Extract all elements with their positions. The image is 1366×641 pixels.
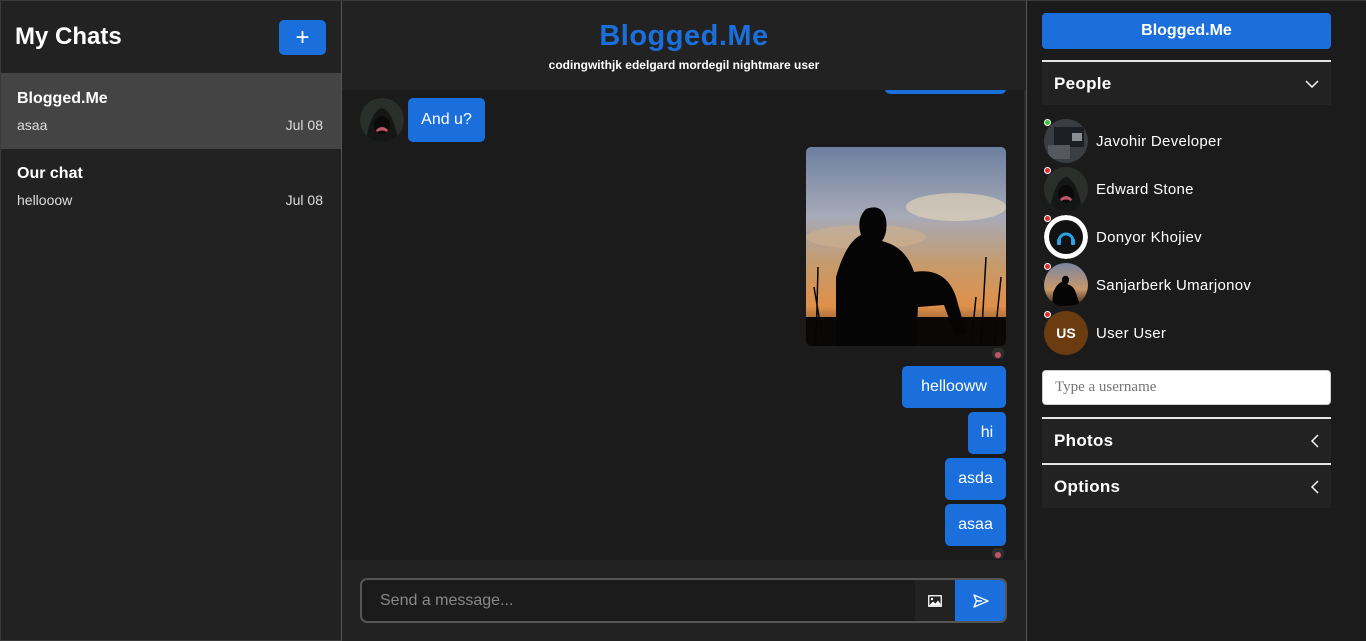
chat-list-item[interactable]: Blogged.Me asaa Jul 08 — [1, 74, 341, 149]
offline-status-dot — [1044, 311, 1051, 318]
hooded-avatar-icon — [1044, 167, 1088, 211]
chevron-left-icon — [1311, 433, 1319, 448]
message-list[interactable]: And u? hellooww hi asda asaa — [342, 90, 1026, 560]
person-item[interactable]: Donyor Khojiev — [1044, 215, 1202, 259]
chat-date: Jul 08 — [285, 192, 323, 208]
avatar-initials-text: US — [1056, 325, 1076, 341]
person-item[interactable]: US User User — [1044, 311, 1166, 355]
brand-button[interactable]: Blogged.Me — [1042, 13, 1331, 49]
message-composer — [360, 578, 1007, 623]
offline-status-dot — [1044, 215, 1051, 222]
message-bubble-partial — [885, 90, 1006, 94]
avatar — [1044, 215, 1088, 259]
person-name: Edward Stone — [1096, 180, 1194, 198]
chats-sidebar: My Chats + Blogged.Me asaa Jul 08 Our ch… — [0, 0, 342, 641]
message-bubble: asaa — [945, 504, 1006, 546]
send-button[interactable] — [955, 580, 1005, 621]
image-message[interactable] — [806, 147, 1006, 346]
avatar-initials: US — [1044, 311, 1088, 355]
person-name: Javohir Developer — [1096, 132, 1222, 150]
read-receipt-avatar — [992, 547, 1004, 559]
chat-date: Jul 08 — [285, 117, 323, 133]
photos-label: Photos — [1054, 430, 1114, 450]
avatar — [1044, 263, 1088, 307]
hooded-avatar-icon — [360, 98, 404, 142]
chat-last-message: asaa — [17, 117, 48, 133]
sidebar-title: My Chats — [15, 23, 122, 50]
offline-status-dot — [1044, 263, 1051, 270]
username-search-input[interactable] — [1042, 370, 1331, 405]
person-item[interactable]: Edward Stone — [1044, 167, 1194, 211]
chat-window: Blogged.Me codingwithjk edelgard mordegi… — [342, 0, 1026, 641]
chat-last-message: hellooow — [17, 192, 73, 208]
read-receipt-avatar — [992, 347, 1004, 359]
person-name: Donyor Khojiev — [1096, 228, 1202, 246]
sunset-silhouette-photo — [806, 147, 1006, 346]
new-chat-button[interactable]: + — [279, 19, 326, 55]
person-name: Sanjarberk Umarjonov — [1096, 276, 1252, 294]
message-input[interactable] — [380, 580, 910, 621]
chat-title: Blogged.Me — [599, 20, 769, 52]
avatar — [1044, 167, 1088, 211]
options-label: Options — [1054, 476, 1121, 496]
attach-image-button[interactable] — [915, 580, 955, 621]
options-section-header[interactable]: Options — [1042, 463, 1331, 508]
desk-avatar-icon — [1044, 119, 1088, 163]
hooded-avatar-icon — [992, 548, 1004, 559]
composer-area — [342, 560, 1026, 641]
person-name: User User — [1096, 324, 1167, 342]
offline-status-dot — [1044, 167, 1051, 174]
chat-name: Our chat — [17, 165, 83, 182]
person-item[interactable]: Sanjarberk Umarjonov — [1044, 263, 1251, 307]
send-icon — [973, 593, 989, 608]
headphones-avatar-icon — [1044, 215, 1088, 259]
hooded-avatar-icon — [992, 348, 1004, 359]
avatar — [1044, 119, 1088, 163]
image-icon — [928, 594, 942, 607]
sender-avatar — [360, 98, 404, 142]
message-bubble: hi — [968, 412, 1006, 454]
chat-details-panel: Blogged.Me People Javohir Developer Edwa… — [1026, 0, 1366, 641]
online-status-dot — [1044, 119, 1051, 126]
sunset-avatar-icon — [1044, 263, 1088, 307]
chat-members: codingwithjk edelgard mordegil nightmare… — [548, 58, 820, 72]
message-bubble: asda — [945, 458, 1006, 500]
sidebar-header: My Chats + — [1, 1, 341, 74]
chat-app: My Chats + Blogged.Me asaa Jul 08 Our ch… — [0, 0, 1366, 641]
photos-section-header[interactable]: Photos — [1042, 417, 1331, 462]
message-bubble: And u? — [408, 98, 485, 142]
chevron-left-icon — [1311, 479, 1319, 494]
people-label: People — [1054, 73, 1112, 93]
chat-list-item[interactable]: Our chat hellooow Jul 08 — [1, 149, 341, 224]
people-section-header[interactable]: People — [1042, 60, 1331, 105]
chevron-down-icon — [1305, 79, 1319, 88]
message-bubble: hellooww — [902, 366, 1006, 408]
chat-name: Blogged.Me — [17, 90, 108, 107]
person-item[interactable]: Javohir Developer — [1044, 119, 1222, 163]
chat-header: Blogged.Me codingwithjk edelgard mordegi… — [342, 1, 1026, 90]
